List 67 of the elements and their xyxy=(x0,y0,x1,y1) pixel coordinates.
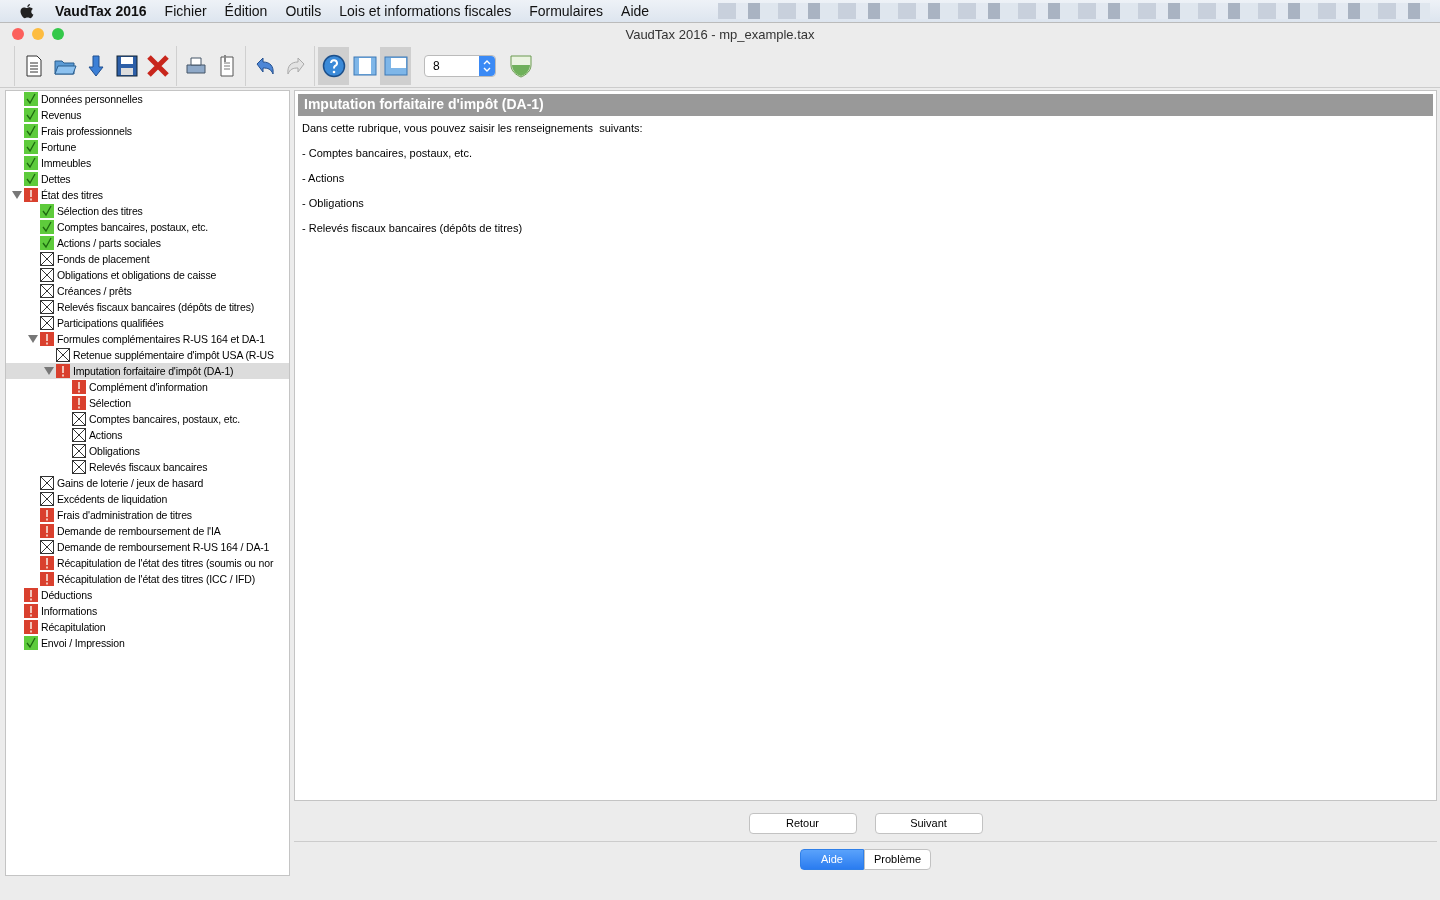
tree-item[interactable]: Créances / prêts xyxy=(6,283,289,299)
tree-item[interactable]: Dettes xyxy=(6,171,289,187)
tree-item[interactable]: Fonds de placement xyxy=(6,251,289,267)
disclosure-triangle-icon[interactable] xyxy=(28,334,38,344)
tree-item[interactable]: Sélection xyxy=(6,395,289,411)
help-icon xyxy=(321,54,346,78)
app-menu[interactable]: VaudTax 2016 xyxy=(46,3,156,19)
section-heading: Imputation forfaitaire d'impôt (DA-1) xyxy=(298,94,1433,116)
tree-item[interactable]: Relevés fiscaux bancaires (dépôts de titres) xyxy=(6,299,289,315)
menu-item[interactable]: Lois et informations fiscales xyxy=(330,3,521,19)
tree-item[interactable]: Immeubles xyxy=(6,155,289,171)
tree-item[interactable]: Récapitulation de l'état des titres (ICC / IFD) xyxy=(6,571,289,587)
nav-button[interactable]: Suivant xyxy=(874,812,983,834)
shield-emblem-icon[interactable] xyxy=(510,54,532,78)
help-text: - Obligations xyxy=(302,197,365,209)
tree-item[interactable]: Demande de remboursement de l'IA xyxy=(6,523,289,539)
tree-item[interactable]: État des titres xyxy=(6,187,289,203)
tree-item[interactable]: Obligations xyxy=(6,443,289,459)
tree-item[interactable]: Actions xyxy=(6,427,289,443)
tree-item[interactable]: Sélection des titres xyxy=(6,203,289,219)
help-text: - Actions xyxy=(302,172,346,184)
apple-logo-icon[interactable] xyxy=(20,3,34,19)
tree-item[interactable]: Fortune xyxy=(6,139,289,155)
menu-item[interactable]: Aide xyxy=(612,3,659,19)
close-icon[interactable] xyxy=(12,28,24,40)
tree-item[interactable]: Comptes bancaires, postaux, etc. xyxy=(6,411,289,427)
menu-item[interactable]: Formulaires xyxy=(520,3,613,19)
toolbar-button[interactable] xyxy=(318,47,349,85)
tree-item[interactable]: Retenue supplémentaire d'impôt USA (R-US xyxy=(6,347,289,363)
tree-item[interactable]: Demande de remboursement R-US 164 / DA-1 xyxy=(6,539,289,555)
tree-item[interactable]: Actions / parts sociales xyxy=(6,235,289,251)
tree-item[interactable]: Obligations et obligations de caisse xyxy=(6,267,289,283)
tree-item[interactable]: Données personnelles xyxy=(6,91,289,107)
tree-item[interactable]: Informations xyxy=(6,603,289,619)
nav-button[interactable]: Retour xyxy=(748,812,857,834)
zoom-value: 8 xyxy=(432,59,441,73)
columns-layout-icon xyxy=(352,54,377,78)
menu-item[interactable]: Outils xyxy=(276,3,331,19)
tree-item[interactable]: Gains de loterie / jeux de hasard xyxy=(6,475,289,491)
tree-item[interactable]: Frais d'administration de titres xyxy=(6,507,289,523)
window-title: VaudTax 2016 - mp_example.tax xyxy=(625,26,815,42)
tree-item[interactable]: Complément d'information xyxy=(6,379,289,395)
tree-item[interactable]: Relevés fiscaux bancaires xyxy=(6,459,289,475)
menu-item[interactable]: Édition xyxy=(215,3,277,19)
help-text: - Comptes bancaires, postaux, etc. xyxy=(302,147,473,159)
x-mark-icon xyxy=(145,54,170,78)
tree-item[interactable]: Imputation forfaitaire d'impôt (DA-1) xyxy=(6,363,289,379)
zoom-icon[interactable] xyxy=(52,28,64,40)
tree-item[interactable]: Excédents de liquidation xyxy=(6,491,289,507)
stepper-arrows-icon[interactable] xyxy=(483,59,491,73)
help-text: Dans cette rubrique, vous pouvez saisir les renseignements suivants: xyxy=(302,122,644,134)
zoom-stepper[interactable]: 8 xyxy=(424,55,496,77)
bottom-panel-layout-icon xyxy=(383,54,408,78)
segment-tab[interactable]: Problème xyxy=(863,848,932,870)
help-text: - Relevés fiscaux bancaires (dépôts de titres) xyxy=(302,222,524,234)
tree-item[interactable]: Frais professionnels xyxy=(6,123,289,139)
menu-item[interactable]: Fichier xyxy=(155,3,216,19)
tree-item[interactable]: Envoi / Impression xyxy=(6,635,289,651)
tree-item[interactable]: Récapitulation xyxy=(6,619,289,635)
tree-item[interactable]: Revenus xyxy=(6,107,289,123)
tree-item[interactable]: Formules complémentaires R-US 164 et DA-1 xyxy=(6,331,289,347)
tree-item[interactable]: Récapitulation de l'état des titres (soumis ou nor xyxy=(6,555,289,571)
disclosure-triangle-icon[interactable] xyxy=(44,366,54,376)
tree-item[interactable]: Participations qualifiées xyxy=(6,315,289,331)
disclosure-triangle-icon[interactable] xyxy=(12,190,22,200)
tree-item[interactable]: Comptes bancaires, postaux, etc. xyxy=(6,219,289,235)
tree-item[interactable]: Déductions xyxy=(6,587,289,603)
